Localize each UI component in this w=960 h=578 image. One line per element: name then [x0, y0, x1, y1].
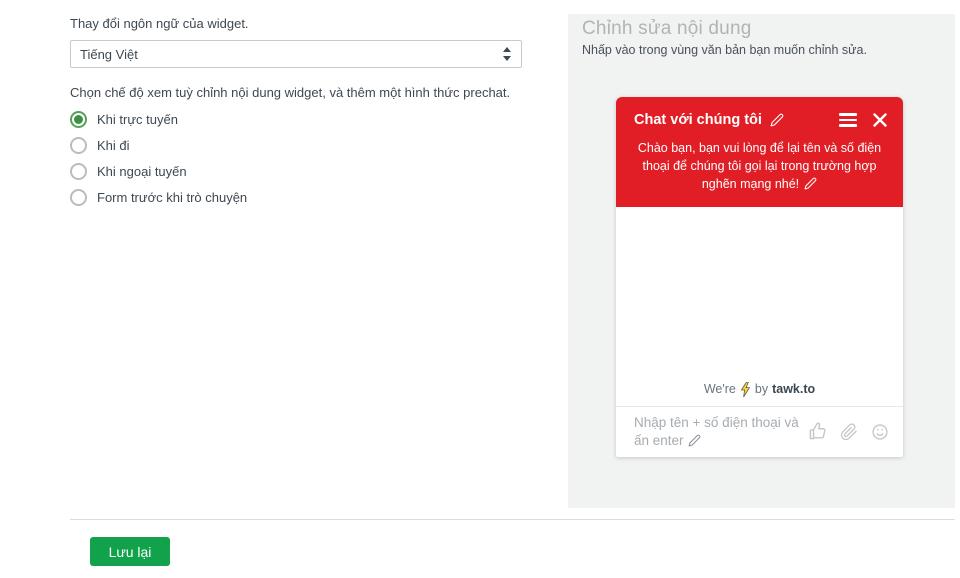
input-placeholder-text: Nhập tên + số điện thoại và ấn enter [634, 414, 799, 448]
mode-option-away[interactable]: Khi đi [70, 137, 522, 154]
branding-prefix: We're [703, 382, 736, 397]
footer-divider [70, 519, 955, 520]
close-icon[interactable] [873, 113, 887, 127]
radio-icon [70, 163, 87, 180]
mode-option-offline[interactable]: Khi ngoại tuyến [70, 163, 522, 180]
mode-option-label: Khi trực tuyến [97, 112, 178, 127]
thumbs-up-icon[interactable] [808, 422, 827, 441]
chat-header-title[interactable]: Chat với chúng tôi [634, 112, 762, 128]
branding-by: by [754, 382, 769, 397]
panel-title: Chỉnh sửa nội dung [582, 18, 752, 39]
chat-conversation-area [616, 207, 903, 376]
widget-settings-page: Thay đổi ngôn ngữ của widget. Tiếng Việt… [0, 0, 960, 578]
message-input[interactable]: Nhập tên + số điện thoại và ấn enter [616, 405, 903, 457]
edit-placeholder-icon[interactable] [688, 434, 701, 447]
mode-option-label: Khi ngoại tuyến [97, 164, 187, 179]
lightning-bolt-icon [740, 381, 750, 397]
mode-option-prechat-form[interactable]: Form trước khi trò chuyện [70, 189, 522, 206]
edit-message-icon[interactable] [804, 177, 817, 190]
mode-option-label: Form trước khi trò chuyện [97, 190, 248, 205]
tawkto-branding: We're by tawk.to [616, 376, 903, 406]
tawkto-logo-text: tawk.to [772, 382, 816, 397]
mode-option-label: Khi đi [97, 138, 130, 153]
select-stepper-icon [502, 47, 512, 61]
chat-widget-header: Chat với chúng tôi Chào bạn, bạn vui lòn… [616, 97, 903, 208]
chat-widget-preview: Chat với chúng tôi Chào bạn, bạn vui lòn… [616, 97, 903, 457]
panel-subtitle: Nhấp vào trong vùng văn bản bạn muốn chỉ… [582, 43, 867, 57]
radio-icon [70, 111, 87, 128]
content-editor-panel: Chỉnh sửa nội dung Nhấp vào trong vùng v… [568, 14, 955, 508]
radio-icon [70, 137, 87, 154]
edit-title-icon[interactable] [770, 113, 784, 127]
mode-option-online[interactable]: Khi trực tuyến [70, 111, 522, 128]
save-button[interactable]: Lưu lại [90, 537, 170, 566]
language-select-value: Tiếng Việt [80, 46, 138, 62]
radio-icon [70, 189, 87, 206]
chat-greeting-message[interactable]: Chào bạn, bạn vui lòng để lại tên và số … [616, 132, 903, 207]
menu-icon[interactable] [839, 113, 857, 127]
greeting-text: Chào bạn, bạn vui lòng để lại tên và số … [637, 141, 882, 192]
widget-settings-form: Thay đổi ngôn ngữ của widget. Tiếng Việt… [70, 16, 522, 215]
smiley-icon[interactable] [871, 423, 889, 441]
mode-label: Chọn chế độ xem tuỳ chỉnh nội dung widge… [70, 85, 511, 100]
paperclip-icon[interactable] [840, 423, 858, 441]
language-select[interactable]: Tiếng Việt [70, 40, 522, 68]
language-label: Thay đổi ngôn ngữ của widget. [70, 16, 249, 31]
